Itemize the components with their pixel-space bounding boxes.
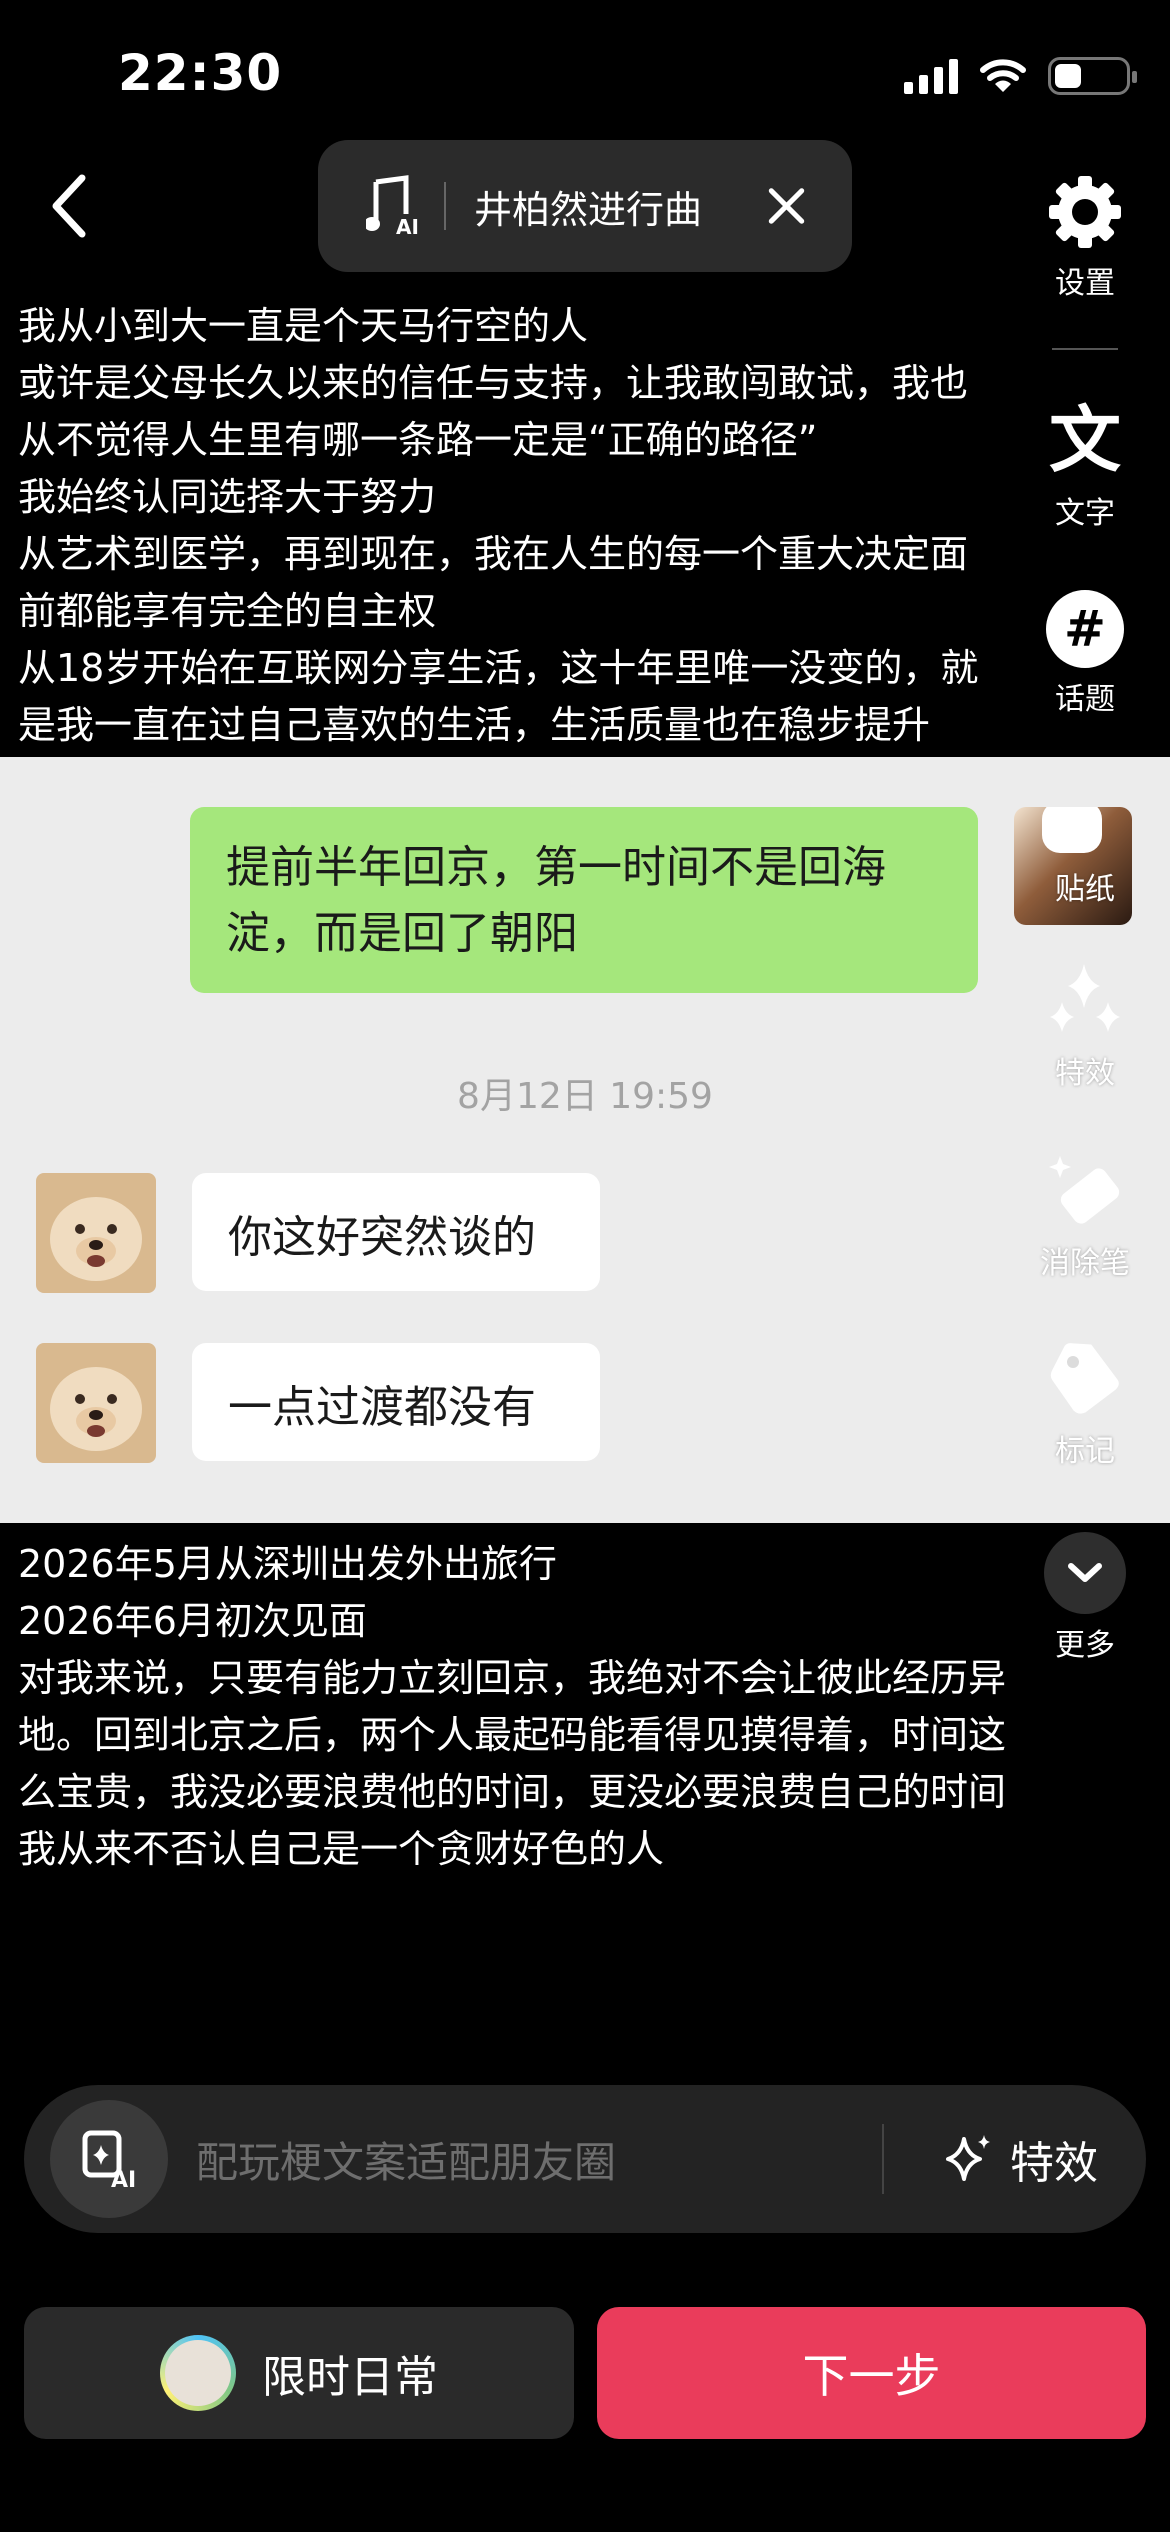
overlay-line: 前都能享有完全的自主权 — [18, 589, 437, 633]
overlay-line: 是我一直在过自己喜欢的生活，生活质量也在稳步提升 — [18, 703, 931, 747]
sparkle-icon — [1050, 964, 1120, 1032]
music-selector[interactable]: AI 井柏然进行曲 — [318, 140, 852, 272]
overlay-line: 从18岁开始在互联网分享生活，这十年里唯一没变的，就 — [18, 646, 979, 690]
ai-music-icon: AI — [366, 175, 419, 238]
topic-icon: # — [1046, 590, 1124, 668]
input-divider — [882, 2124, 884, 2194]
chat-timestamp: 8月12日 19:59 — [457, 1076, 713, 1117]
limited-daily-button[interactable]: 限时日常 — [24, 2307, 574, 2439]
overlay-line: 2026年5月从深圳出发外出旅行 — [18, 1542, 557, 1586]
caption-input-placeholder[interactable]: 配玩梗文案适配朋友圈 — [196, 2129, 882, 2190]
sparkle-icon — [946, 2135, 990, 2181]
ai-caption-button[interactable]: AI — [50, 2100, 168, 2218]
daily-avatar — [160, 2335, 236, 2411]
topic-button[interactable]: # 话题 — [1010, 590, 1160, 718]
effects-label: 特效 — [1055, 1056, 1115, 1091]
overlay-text-top[interactable]: 我从小到大一直是个天马行空的人 或许是父母长久以来的信任与支持，让我敢闯敢试，我… — [18, 298, 978, 754]
overlay-line: 或许是父母长久以来的信任与支持，让我敢闯敢试，我也 — [18, 361, 969, 405]
wifi-icon — [980, 59, 1026, 92]
overlay-line: 地。回到北京之后，两个人最起码能看得见摸得着，时间这 — [18, 1713, 1007, 1757]
sent-message-line: 淀，而是回了朝阳 — [226, 908, 578, 959]
caption-effects-button[interactable]: 特效 — [940, 2127, 1098, 2191]
overlay-line: 从不觉得人生里有哪一条路一定是“正确的路径” — [18, 418, 818, 462]
chevron-down-icon — [1044, 1532, 1126, 1614]
received-message-bubble: 你这好突然谈的 — [192, 1173, 600, 1291]
sent-message-bubble: 提前半年回京，第一时间不是回海 淀，而是回了朝阳 — [190, 807, 978, 993]
effects-button[interactable]: 特效 — [1010, 962, 1160, 1092]
eraser-label: 消除笔 — [1040, 1246, 1130, 1281]
text-label: 文字 — [1055, 496, 1115, 531]
back-icon[interactable] — [42, 170, 102, 242]
caption-effects-label: 特效 — [1010, 2138, 1098, 2189]
pill-divider — [444, 182, 446, 230]
overlay-line: 我从小到大一直是个天马行空的人 — [18, 304, 589, 348]
limited-daily-label: 限时日常 — [262, 2352, 438, 2403]
music-title: 井柏然进行曲 — [474, 187, 703, 232]
more-button[interactable]: 更多 — [1010, 1532, 1160, 1664]
eraser-button[interactable]: 消除笔 — [1010, 1152, 1160, 1282]
overlay-line: 么宝贵，我没必要浪费他的时间，更没必要浪费自己的时间 — [18, 1770, 1007, 1814]
ai-card-icon: AI — [82, 2130, 136, 2191]
avatar — [36, 1173, 156, 1293]
chat-screenshot: 提前半年回京，第一时间不是回海 淀，而是回了朝阳 8月12日 19:59 你这好… — [0, 757, 1170, 1523]
overlay-text-bottom[interactable]: 2026年5月从深圳出发外出旅行 2026年6月初次见面 对我来说，只要有能力立… — [18, 1536, 1006, 1878]
overlay-line: 我始终认同选择大于努力 — [18, 475, 437, 519]
overlay-line: 对我来说，只要有能力立刻回京，我绝对不会让彼此经历异 — [18, 1656, 1007, 1700]
avatar — [36, 1343, 156, 1463]
tag-icon — [1050, 1343, 1119, 1414]
sent-message-line: 提前半年回京，第一时间不是回海 — [226, 842, 886, 893]
caption-input-bar[interactable]: AI 配玩梗文案适配朋友圈 特效 — [24, 2085, 1146, 2233]
received-message-bubble: 一点过渡都没有 — [192, 1343, 600, 1461]
overlay-line: 2026年6月初次见面 — [18, 1599, 367, 1643]
topic-label: 话题 — [1055, 682, 1115, 717]
overlay-line: 我从来不否认自己是一个贪财好色的人 — [18, 1827, 665, 1871]
sticker-label: 贴纸 — [1055, 872, 1115, 907]
mark-button[interactable]: 标记 — [1010, 1340, 1160, 1470]
close-icon[interactable] — [764, 184, 808, 228]
gear-icon — [1049, 176, 1121, 248]
text-icon: 文 — [1048, 398, 1121, 482]
overlay-line: 从艺术到医学，再到现在，我在人生的每一个重大决定面 — [18, 532, 969, 576]
hash-glyph: # — [1064, 600, 1106, 658]
tool-divider — [1052, 348, 1118, 350]
sticker-button[interactable]: 贴纸 — [1010, 850, 1160, 908]
status-icons — [904, 56, 1137, 96]
mark-label: 标记 — [1055, 1434, 1115, 1469]
text-button[interactable]: 文 文字 — [1010, 398, 1160, 532]
signal-icon — [904, 58, 958, 94]
settings-button[interactable]: 设置 — [1010, 172, 1160, 302]
next-step-button[interactable]: 下一步 — [597, 2307, 1146, 2439]
eraser-icon — [1049, 1156, 1120, 1224]
svg-text:AI: AI — [396, 215, 419, 238]
battery-icon — [1048, 57, 1137, 95]
svg-text:AI: AI — [111, 2168, 136, 2191]
more-label: 更多 — [1055, 1628, 1115, 1663]
next-step-label: 下一步 — [802, 2349, 941, 2403]
settings-label: 设置 — [1055, 266, 1115, 301]
status-time: 22:30 — [118, 44, 283, 102]
